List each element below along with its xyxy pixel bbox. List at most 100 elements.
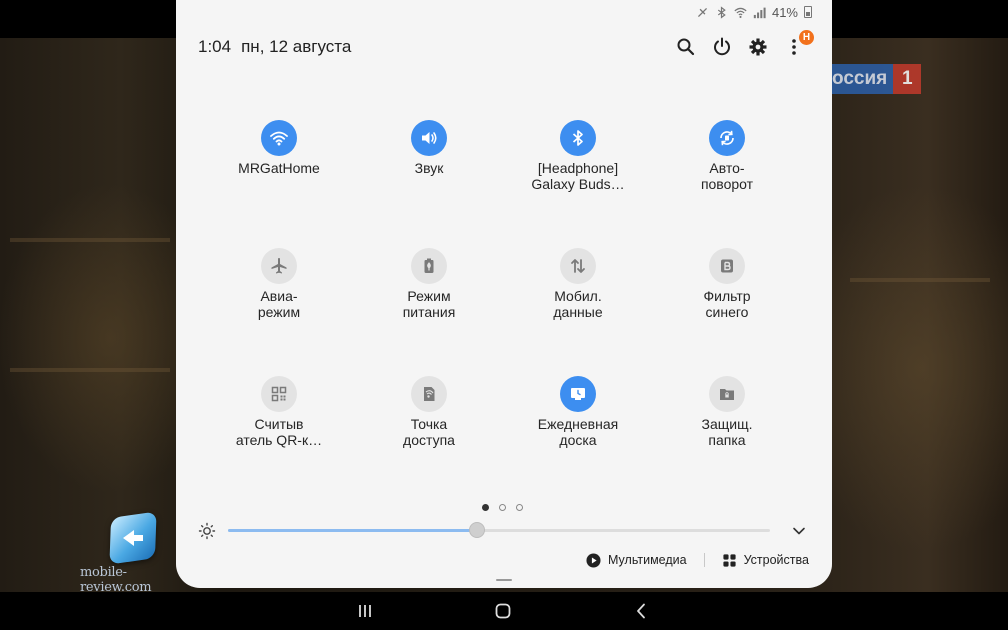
devices-button[interactable]: Устройства xyxy=(722,553,809,568)
tile-blue-light-filter-toggle[interactable] xyxy=(709,248,745,284)
drag-handle[interactable] xyxy=(496,579,512,581)
recent-apps-button[interactable] xyxy=(355,601,375,621)
back-button[interactable] xyxy=(631,601,651,621)
brightness-thumb[interactable] xyxy=(469,522,486,538)
signal-icon xyxy=(753,7,766,18)
clock[interactable]: 1:04 xyxy=(198,37,231,57)
tile-sound-label: Звук xyxy=(354,160,504,176)
tile-mobile-data-label: Мобил. данные xyxy=(503,288,653,320)
tile-label-line1: Авиа- xyxy=(260,288,298,304)
tile-label-line2: режим xyxy=(257,304,301,320)
more-options-button[interactable]: H xyxy=(776,30,814,60)
brightness-fill xyxy=(228,529,478,532)
notification-badge: H xyxy=(799,30,814,45)
secure-folder-icon xyxy=(720,389,734,400)
tile-label-line2: Galaxy Buds… xyxy=(531,176,625,192)
power-button[interactable] xyxy=(704,34,740,60)
tile-label-line2: поворот xyxy=(700,176,754,192)
tile-label-line2: питания xyxy=(402,304,456,320)
hotspot-icon xyxy=(424,387,435,401)
battery-icon xyxy=(804,6,812,18)
tile-label-line2: папка xyxy=(708,432,746,448)
tile-blue-light-filter-label: Фильтр синего xyxy=(652,288,802,320)
tile-blue-light-filter[interactable]: Фильтр синего xyxy=(652,248,802,320)
wifi-status-icon xyxy=(734,7,747,18)
tile-label-line1: Считыв xyxy=(254,416,304,432)
brightness-slider[interactable] xyxy=(228,522,770,538)
mute-icon xyxy=(697,7,707,17)
tile-wifi-toggle[interactable] xyxy=(261,120,297,156)
tile-label-line2: синего xyxy=(705,304,749,320)
recent-apps-icon xyxy=(359,605,371,617)
search-button[interactable] xyxy=(668,34,704,60)
daily-board-icon xyxy=(571,388,585,400)
settings-button[interactable] xyxy=(740,34,776,60)
tile-label-line1: MRGatHome xyxy=(238,160,320,176)
quick-settings-panel: 41% 1:04 пн, 12 августа H MRGatHome Звук… xyxy=(176,0,832,588)
tile-airplane-toggle[interactable] xyxy=(261,248,297,284)
wifi-icon xyxy=(270,131,288,146)
home-button[interactable] xyxy=(493,601,513,621)
media-button[interactable]: Мультимедиа xyxy=(586,552,687,568)
header: 1:04 пн, 12 августа xyxy=(198,36,351,58)
watermark-text: mobile-review.com xyxy=(80,565,152,595)
tile-bluetooth[interactable]: [Headphone] Galaxy Buds… xyxy=(503,120,653,192)
tile-daily-board-toggle[interactable] xyxy=(560,376,596,412)
page-indicator xyxy=(482,504,523,511)
tile-secure-folder-toggle[interactable] xyxy=(709,376,745,412)
devices-grid-icon xyxy=(722,553,736,567)
channel-name: оссия xyxy=(826,64,894,94)
page-dot[interactable] xyxy=(516,504,523,511)
tile-qr-scanner-label: Считыв атель QR-к… xyxy=(204,416,354,448)
tile-label-line1: [Headphone] xyxy=(537,160,619,176)
tile-label-line1: Авто- xyxy=(709,160,745,176)
tile-hotspot-toggle[interactable] xyxy=(411,376,447,412)
tile-label-line1: Точка xyxy=(410,416,448,432)
tile-wifi-label: MRGatHome xyxy=(204,160,354,176)
tile-qr-scanner-toggle[interactable] xyxy=(261,376,297,412)
tile-wifi[interactable]: MRGatHome xyxy=(204,120,354,176)
tile-airplane-label: Авиа- режим xyxy=(204,288,354,320)
tile-daily-board-label: Ежедневная доска xyxy=(503,416,653,448)
auto-rotate-icon xyxy=(720,130,734,146)
tile-hotspot[interactable]: Точка доступа xyxy=(354,376,504,448)
tile-auto-rotate[interactable]: Авто- поворот xyxy=(652,120,802,192)
tile-airplane[interactable]: Авиа- режим xyxy=(204,248,354,320)
media-label: Мультимедиа xyxy=(608,553,687,567)
channel-number: 1 xyxy=(893,64,922,94)
tile-label-line1: Защищ. xyxy=(701,416,753,432)
tile-power-mode[interactable]: Режим питания xyxy=(354,248,504,320)
bluetooth-icon xyxy=(572,130,583,146)
brightness-icon xyxy=(198,522,216,540)
tile-sound-toggle[interactable] xyxy=(411,120,447,156)
tile-mobile-data-toggle[interactable] xyxy=(560,248,596,284)
channel-logo: оссия 1 xyxy=(826,64,938,94)
tile-label-line1: Звук xyxy=(414,160,444,176)
devices-label: Устройства xyxy=(743,553,809,567)
tile-qr-scanner[interactable]: Считыв атель QR-к… xyxy=(204,376,354,448)
search-icon xyxy=(677,38,695,56)
tile-label-line1: Режим xyxy=(407,288,451,304)
bluetooth-status-icon xyxy=(717,5,726,19)
tile-secure-folder[interactable]: Защищ. папка xyxy=(652,376,802,448)
tile-daily-board[interactable]: Ежедневная доска xyxy=(503,376,653,448)
page-dot[interactable] xyxy=(499,504,506,511)
airplane-icon xyxy=(271,258,287,274)
tile-bluetooth-toggle[interactable] xyxy=(560,120,596,156)
date[interactable]: пн, 12 августа xyxy=(241,37,351,57)
tile-power-mode-toggle[interactable] xyxy=(411,248,447,284)
back-icon xyxy=(637,603,645,619)
tile-sound[interactable]: Звук xyxy=(354,120,504,176)
chevron-down-icon[interactable] xyxy=(790,522,808,540)
qr-scanner-icon xyxy=(271,386,287,402)
navigation-bar xyxy=(0,592,1008,630)
home-icon xyxy=(495,603,511,619)
page-dot[interactable] xyxy=(482,504,489,511)
power-icon xyxy=(714,37,730,56)
power-mode-icon xyxy=(424,258,434,273)
watermark-logo: mobile-review.com xyxy=(80,511,190,595)
tile-mobile-data[interactable]: Мобил. данные xyxy=(503,248,653,320)
tile-secure-folder-label: Защищ. папка xyxy=(652,416,802,448)
mobile-data-icon xyxy=(571,259,585,273)
tile-auto-rotate-toggle[interactable] xyxy=(709,120,745,156)
